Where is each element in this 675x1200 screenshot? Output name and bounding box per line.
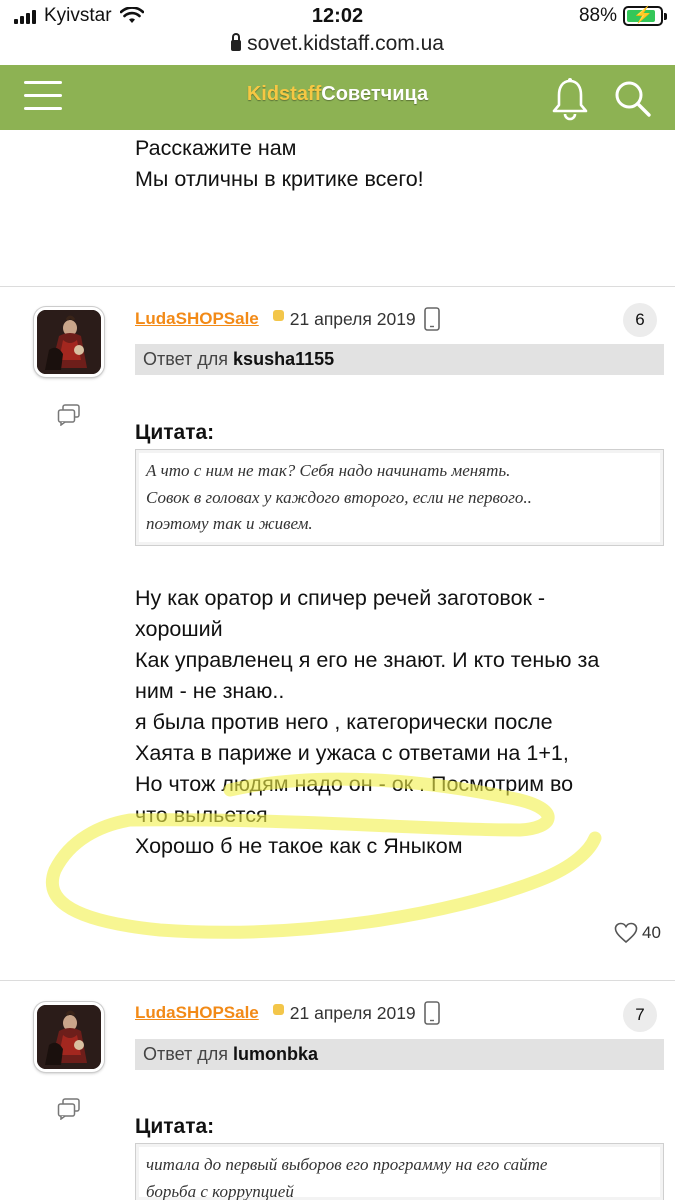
mobile-device-icon — [423, 307, 440, 331]
avatar[interactable] — [34, 1002, 104, 1072]
quote-line: Совок в головах у каждого второго, если … — [146, 487, 532, 507]
text-line: Как управленец я его не знают. И кто тен… — [135, 648, 600, 672]
quote-reply-icon[interactable] — [57, 1098, 81, 1120]
text-line: Хаята в париже и ужаса с ответами на 1+1… — [135, 741, 569, 765]
search-icon[interactable] — [612, 79, 652, 119]
avatar-image — [37, 310, 101, 374]
post-number-badge[interactable]: 7 — [623, 998, 657, 1032]
post-divider — [0, 980, 675, 981]
text-line: Ну как оратор и спичер речей заготовок - — [135, 586, 546, 610]
quote-reply-icon[interactable] — [57, 404, 81, 426]
logo-kidstaff: Kidstaff — [246, 83, 322, 105]
post-date: 21 апреля 2019 — [289, 308, 416, 329]
previous-post-text: Расскажите нам Мы отличны в критике всег… — [135, 133, 424, 195]
post-number-badge[interactable]: 6 — [623, 303, 657, 337]
author-link[interactable]: LudaSHOPSale — [135, 1003, 259, 1023]
quote-title: Цитата: — [135, 1115, 215, 1138]
address-bar[interactable]: sovet.kidstaff.com.ua — [0, 32, 675, 56]
text-line: Хорошо б не такое как с Яныком — [135, 834, 463, 858]
post-date: 21 апреля 2019 — [289, 1002, 416, 1023]
logo-sovetchica: Советчица — [321, 83, 429, 105]
battery-percent: 88% — [578, 5, 617, 26]
reply-to-user[interactable]: lumonbka — [233, 1044, 318, 1064]
online-status-icon — [272, 1003, 284, 1015]
battery-icon: ⚡ — [623, 6, 667, 26]
reply-to-user[interactable]: ksusha1155 — [233, 349, 334, 369]
post-divider — [0, 286, 675, 287]
quote-line: поэтому так и живем. — [146, 514, 313, 533]
quote-box: А что с ним не так? Себя надо начинать м… — [135, 449, 664, 546]
online-status-icon — [272, 309, 284, 321]
reply-prefix: Ответ для — [143, 1044, 229, 1064]
text-line: ним - не знаю.. — [135, 679, 285, 703]
status-bar: Kyivstar 12:02 88% ⚡ — [0, 0, 675, 34]
post-meta: LudaSHOPSale 21 апреля 2019 — [135, 1000, 440, 1026]
text-line: Расскажите нам — [135, 136, 297, 160]
clock: 12:02 — [311, 5, 364, 27]
site-header: KidstaffСоветчица — [0, 65, 675, 130]
heart-icon — [614, 922, 638, 944]
post-meta: LudaSHOPSale 21 апреля 2019 — [135, 306, 440, 332]
text-line: Но чтож людям надо он - ок . Посмотрим в… — [135, 772, 574, 796]
quote-title: Цитата: — [135, 421, 215, 444]
quote-line: читала до первый выборов его программу н… — [146, 1155, 548, 1174]
avatar-image — [37, 1005, 101, 1069]
reply-to-bar: Ответ для lumonbka — [135, 1039, 664, 1070]
reply-prefix: Ответ для — [143, 349, 229, 369]
quote-line: А что с ним не так? Себя надо начинать м… — [146, 461, 511, 480]
quote-box: читала до первый выборов его программу н… — [135, 1143, 664, 1200]
like-button[interactable]: 40 — [614, 922, 661, 944]
like-count: 40 — [642, 923, 661, 942]
menu-button[interactable] — [24, 81, 62, 111]
post-body: Ну как оратор и спичер речей заготовок -… — [135, 583, 599, 862]
reply-to-bar: Ответ для ksusha1155 — [135, 344, 664, 375]
avatar[interactable] — [34, 307, 104, 377]
mobile-device-icon — [423, 1001, 440, 1025]
text-line: что выльется — [135, 803, 268, 827]
notifications-bell-icon[interactable] — [550, 77, 590, 121]
text-line: хороший — [135, 617, 223, 641]
url-text: sovet.kidstaff.com.ua — [247, 32, 444, 55]
text-line: Мы отличны в критике всего! — [135, 167, 424, 191]
author-link[interactable]: LudaSHOPSale — [135, 309, 259, 329]
text-line: я была против него , категорически после — [135, 710, 553, 734]
lock-icon — [231, 33, 242, 51]
quote-line: борьба с коррупцией — [146, 1181, 294, 1200]
